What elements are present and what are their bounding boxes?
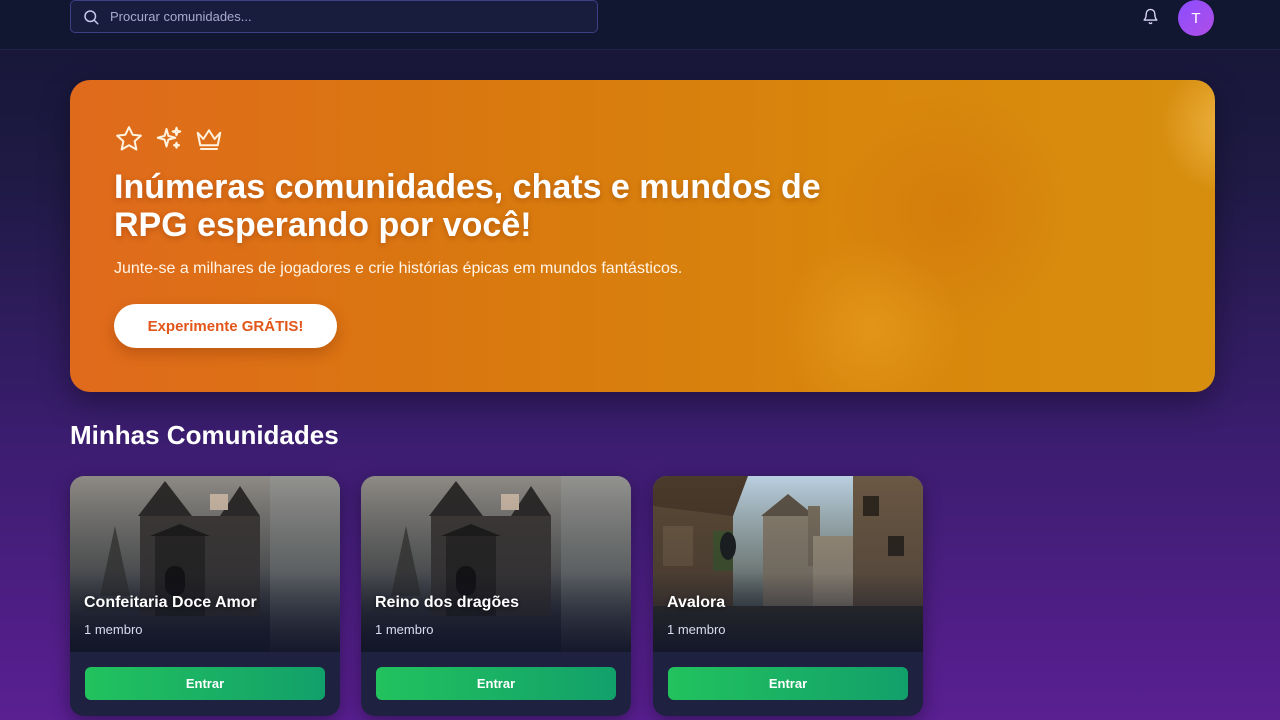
community-card[interactable]: Avalora 1 membro Entrar [653, 476, 923, 716]
banner-title: Inúmeras comunidades, chats e mundos de … [114, 168, 821, 244]
section-title: Minhas Comunidades [70, 420, 339, 450]
banner-subtitle: Junte-se a milhares de jogadores e crie … [114, 260, 683, 277]
member-count: 1 membro [84, 622, 143, 637]
promo-banner: Inúmeras comunidades, chats e mundos de … [70, 80, 1215, 392]
enter-button[interactable]: Entrar [376, 667, 616, 700]
community-name: Reino dos dragões [375, 594, 520, 611]
card-footer: Entrar [70, 652, 340, 716]
enter-button[interactable]: Entrar [668, 667, 908, 700]
try-free-button[interactable]: Experimente GRÁTIS! [114, 304, 337, 348]
enter-button[interactable]: Entrar [85, 667, 325, 700]
member-count: 1 membro [375, 622, 434, 637]
star-icon [114, 124, 144, 154]
community-card[interactable]: Reino dos dragões 1 membro Entrar [361, 476, 631, 716]
search-input[interactable] [108, 8, 572, 25]
community-name: Confeitaria Doce Amor [84, 594, 257, 611]
search-bar[interactable] [70, 0, 598, 33]
search-icon [82, 8, 100, 26]
community-name: Avalora [667, 594, 726, 611]
community-card[interactable]: Confeitaria Doce Amor 1 membro Entrar [70, 476, 340, 716]
crown-icon [194, 124, 224, 154]
member-count: 1 membro [667, 622, 726, 637]
card-footer: Entrar [361, 652, 631, 716]
user-avatar[interactable]: T [1178, 0, 1214, 36]
banner-icons [114, 124, 224, 154]
sparkles-icon [154, 124, 184, 154]
top-navigation-bar: T [0, 0, 1280, 50]
bell-icon[interactable] [1142, 8, 1159, 25]
card-footer: Entrar [653, 652, 923, 716]
